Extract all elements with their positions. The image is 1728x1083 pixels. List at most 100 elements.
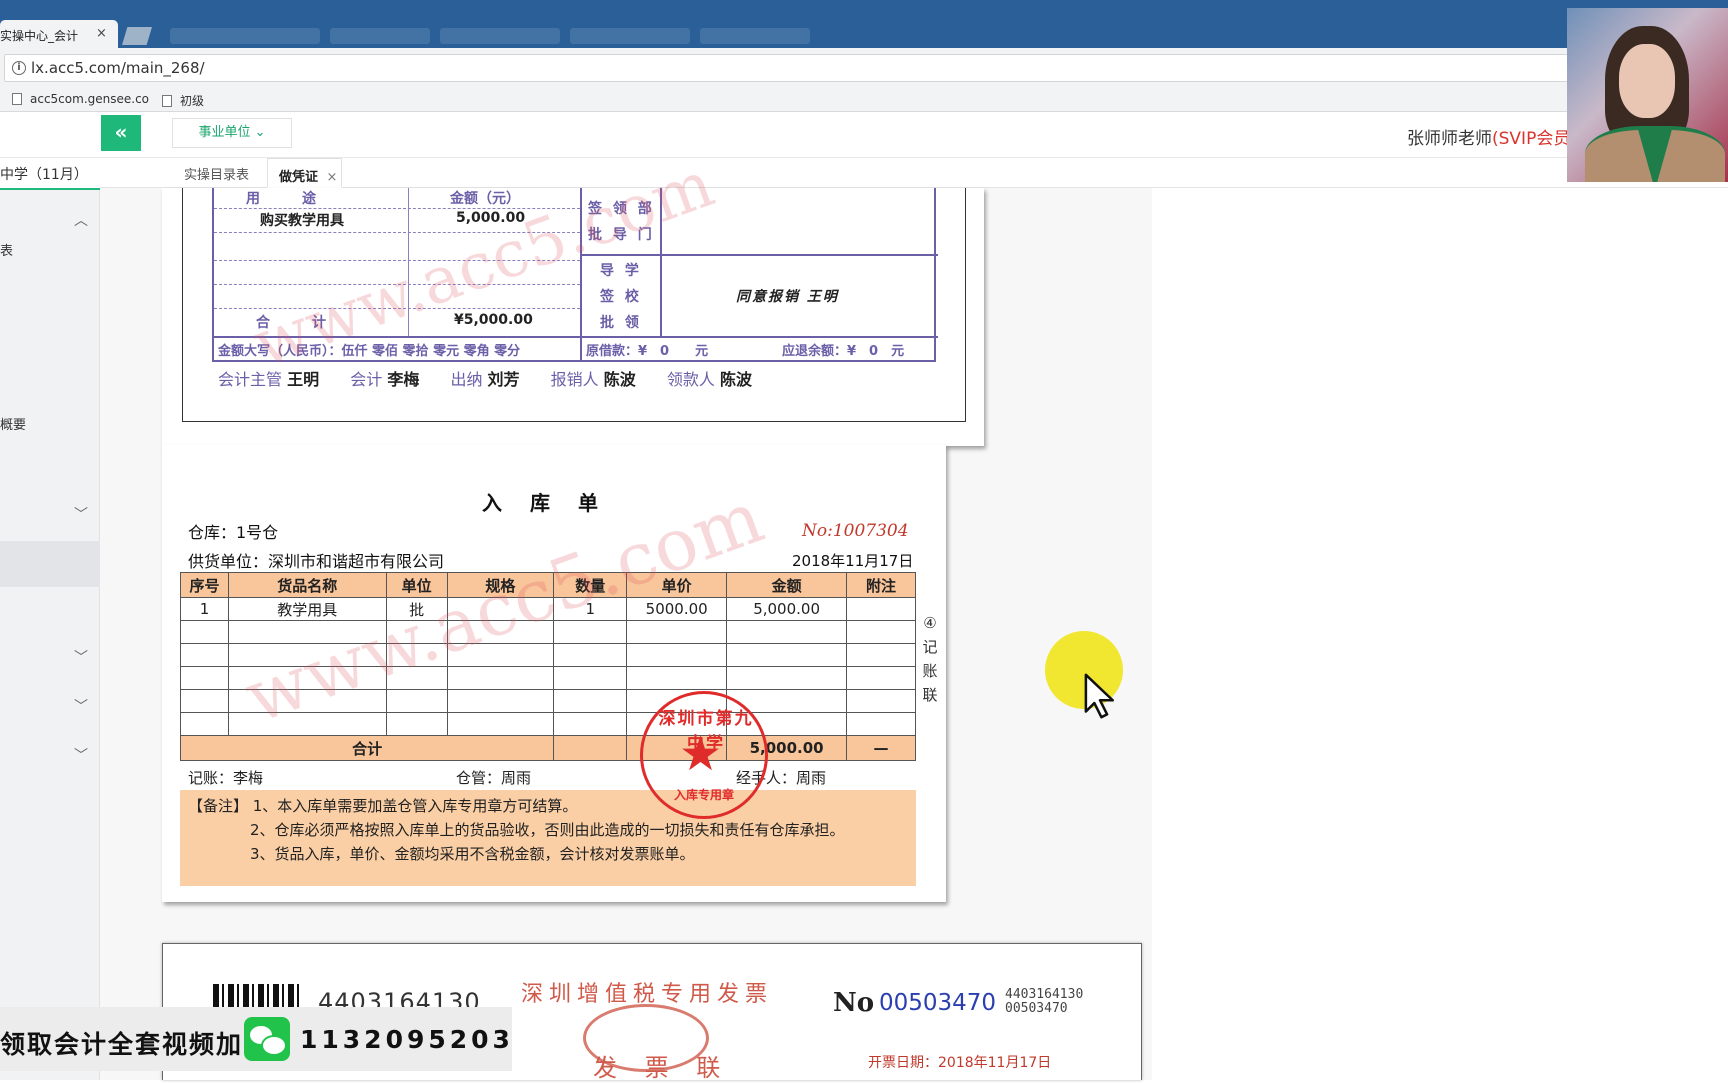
- divider: [214, 232, 580, 233]
- invoice-no-label: No: [833, 988, 875, 1018]
- promo-text: 领取会计全套视频加: [0, 1030, 244, 1059]
- receipt-number: No:1007304: [802, 521, 909, 541]
- browser-tab[interactable]: [440, 28, 560, 44]
- loan-amount: 原借款：¥ 0 元: [586, 344, 709, 359]
- supplier-label: 供货单位：深圳市和谐超市有限公司: [188, 552, 445, 571]
- copy-label: ④记账联: [922, 614, 938, 704]
- cell-unit-price: 5000.00: [626, 597, 728, 621]
- divider: [214, 336, 938, 338]
- browser-tab[interactable]: 实操中心_会计 ×: [0, 20, 118, 48]
- table-header-row: 序号 货品名称 单位 规格 数量 单价 金额 附注: [180, 572, 916, 598]
- column-header: 单价: [626, 572, 728, 598]
- invoice-copy-type: 发 票 联: [593, 1054, 731, 1082]
- unit-select[interactable]: 事业单位 ⌄: [172, 118, 292, 148]
- table-row: 1 教学用具 批 1 5000.00 5,000.00: [180, 597, 916, 621]
- signature-label: 出纳: [450, 370, 483, 389]
- column-header: 规格: [446, 572, 555, 598]
- bookmark-item[interactable]: 初级: [162, 92, 204, 109]
- chevron-down-icon[interactable]: ﹀: [74, 696, 88, 715]
- chevron-down-icon[interactable]: ﹀: [74, 504, 88, 523]
- signature-label: 会计主管: [218, 370, 283, 389]
- sidebar: 中学（11月） ︿ 表 概要 ﹀ ﹀ ﹀ ﹀: [0, 158, 100, 1080]
- column-header: 单位: [385, 572, 448, 598]
- page-tabs: 实操目录表 做凭证 ×: [100, 158, 1728, 188]
- divider: [660, 188, 662, 336]
- warehouse-seal: 深圳市第九中学 ★ 入库专用章: [640, 691, 768, 819]
- school-approval-label: 批 领: [600, 315, 642, 331]
- browser-tab[interactable]: [330, 28, 430, 44]
- mouse-pointer-icon: [1084, 673, 1114, 719]
- collapse-sidebar-button[interactable]: «: [101, 115, 141, 151]
- signature-value: 李梅: [387, 370, 420, 389]
- signature-value: 陈波: [719, 370, 752, 389]
- sidebar-item-school[interactable]: 中学（11月）: [0, 158, 100, 190]
- note-line: 【备注】 1、本入库单需要加盖仓管入库专用章方可结算。: [188, 797, 578, 815]
- browser-tab[interactable]: [700, 28, 810, 44]
- browser-tab[interactable]: [570, 28, 690, 44]
- column-header: 数量: [553, 572, 628, 598]
- address-bar: i lx.acc5.com/main_268/: [0, 48, 1728, 88]
- voucher-table: 用 途 金额（元） 购买教学用具 5,000.00 合 计 ¥5,000.00 …: [212, 188, 938, 362]
- close-icon[interactable]: ×: [96, 26, 107, 41]
- signature-value: 王明: [287, 370, 320, 389]
- browser-tab-strip: 实操中心_会计 ×: [0, 0, 1728, 48]
- bookmarks-bar: acc5com.gensee.co 初级: [0, 88, 1728, 112]
- receipt-notes: 【备注】 1、本入库单需要加盖仓管入库专用章方可结算。 2、仓库必须严格按照入库…: [180, 790, 916, 886]
- amount-in-words: 金额大写（人民币）：伍仟 零佰 零拾 零元 零角 零分: [218, 344, 521, 359]
- warehouse-label: 仓库：1号仓: [188, 523, 279, 542]
- total-label: 合计: [179, 735, 555, 761]
- info-icon[interactable]: i: [12, 61, 26, 75]
- column-header: 金额: [726, 572, 848, 598]
- signature-label: 会计: [350, 370, 383, 389]
- seal-text: 入库专用章: [673, 788, 734, 802]
- close-icon[interactable]: ×: [327, 170, 338, 185]
- url-input[interactable]: i lx.acc5.com/main_268/: [4, 54, 1724, 82]
- note-line: 3、货品入库，单价、金额均采用不含税金额，会计核对发票账单。: [250, 845, 695, 863]
- warehouse-receipt: 入库单 仓库：1号仓 No:1007304 供货单位：深圳市和谐超市有限公司 2…: [162, 445, 946, 902]
- signature-label: 报销人: [550, 370, 599, 389]
- chevron-up-icon[interactable]: ︿: [74, 210, 88, 229]
- sidebar-item-summary[interactable]: 概要: [0, 414, 26, 433]
- url-text: lx.acc5.com/main_268/: [31, 59, 205, 77]
- tab-catalog[interactable]: 实操目录表: [184, 164, 249, 183]
- qr-code: [213, 984, 303, 1008]
- total-row: 合计 5,000.00 —: [179, 735, 916, 761]
- tab-voucher[interactable]: 做凭证 ×: [267, 158, 342, 188]
- vip-badge: (SVIP会员): [1492, 129, 1577, 149]
- sidebar-item-selected[interactable]: [0, 541, 100, 587]
- sidebar-item-table[interactable]: 表: [0, 240, 13, 259]
- school-approval-label: 签 校: [600, 289, 642, 305]
- bookmark-item[interactable]: acc5com.gensee.co: [12, 92, 149, 106]
- cell-unit: 批: [385, 597, 448, 621]
- promo-banner: 领取会计全套视频加 1132095203: [0, 1007, 512, 1071]
- browser-tab[interactable]: [170, 28, 320, 44]
- column-header: 货品名称: [227, 572, 387, 598]
- receipt-title: 入库单: [482, 491, 626, 515]
- chevron-down-icon[interactable]: ﹀: [74, 745, 88, 764]
- invoice-small-code: 4403164130 00503470: [1005, 987, 1084, 1016]
- amount-value: 5,000.00: [456, 210, 526, 226]
- signature-value: 刘芳: [487, 370, 520, 389]
- new-tab-button[interactable]: [122, 27, 152, 45]
- reimbursement-voucher: 用 途 金额（元） 购买教学用具 5,000.00 合 计 ¥5,000.00 …: [162, 148, 984, 446]
- user-name[interactable]: 张师师老师(SVIP会员): [1407, 124, 1577, 149]
- signature-value: 陈波: [603, 370, 636, 389]
- column-header: 附注: [846, 572, 916, 598]
- browser-tab-title: 实操中心_会计: [0, 29, 79, 43]
- refund-amount: 应退余额：¥ 0 元: [782, 344, 905, 359]
- star-icon: ★: [679, 726, 723, 782]
- divider: [214, 284, 580, 285]
- column-header: 序号: [180, 572, 229, 598]
- divider: [214, 208, 580, 209]
- receipt-date: 2018年11月17日: [792, 552, 914, 570]
- divider: [214, 260, 580, 261]
- cell-note: [846, 597, 916, 621]
- signature-row: 会计主管 王明 会计 李梅 出纳 刘芳 报销人 陈波 领款人 陈波: [218, 366, 778, 390]
- invoice-number: 00503470: [879, 990, 997, 1016]
- table-row: [180, 666, 916, 690]
- table-row: [180, 643, 916, 667]
- app-header: « 事业单位 ⌄ 张师师老师(SVIP会员): [0, 112, 1728, 158]
- chevron-down-icon[interactable]: ﹀: [74, 647, 88, 666]
- divider: [580, 254, 938, 256]
- dept-approval-label: 签 领 部: [588, 201, 655, 217]
